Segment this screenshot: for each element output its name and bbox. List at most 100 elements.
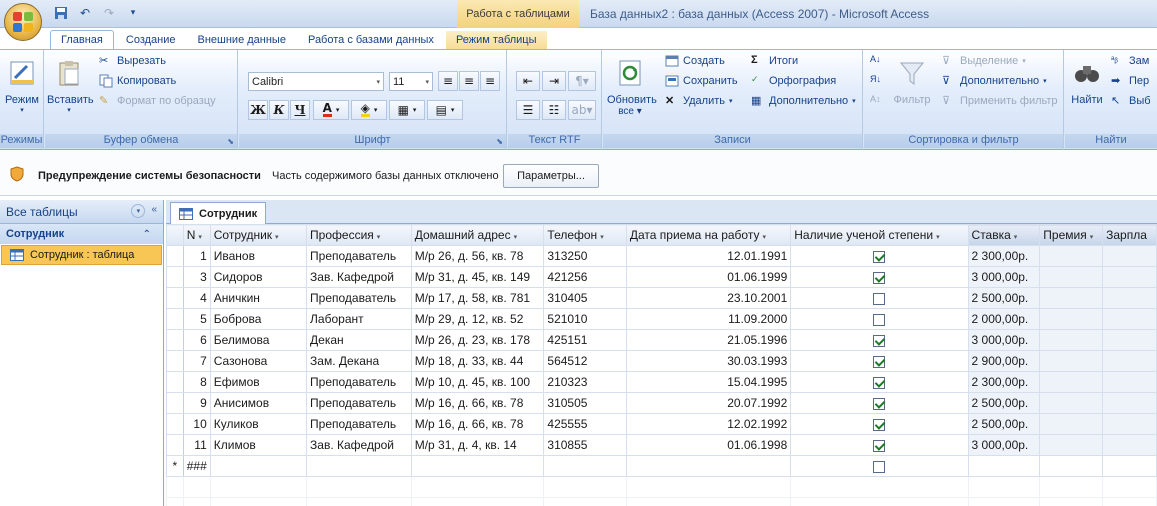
refresh-all-button[interactable]: Обновить все ▾ (607, 56, 657, 117)
cell-hire-date[interactable]: 01.06.1998 (625, 434, 792, 456)
column-filter-dropdown-icon[interactable]: ▾ (198, 234, 202, 241)
cell-phone[interactable]: 425151 (543, 329, 627, 351)
cell-hire-date[interactable]: 15.04.1995 (625, 371, 792, 393)
fill-color-button[interactable]: ◈ ▾ (351, 100, 387, 120)
cell-phone[interactable]: 210323 (543, 371, 627, 393)
cell-hire-date[interactable]: 21.05.1996 (625, 329, 792, 351)
cell-profession[interactable]: Зав. Кафедрой (306, 434, 412, 456)
degree-checkbox[interactable] (873, 334, 886, 347)
cell-rate[interactable]: 2 500,00р. (967, 392, 1041, 414)
increase-indent-button[interactable]: ⇥ (542, 71, 566, 91)
cell-employee[interactable]: Климов (209, 434, 308, 456)
ribbon-tab[interactable]: Главная (50, 30, 114, 50)
cell-rate[interactable]: 2 500,00р. (967, 287, 1041, 309)
cell-hire-date[interactable]: 01.06.1999 (625, 266, 792, 288)
redo-icon[interactable]: ↷ (100, 4, 118, 22)
cell-salary[interactable] (1102, 287, 1157, 309)
cell-phone[interactable]: 564512 (543, 350, 627, 372)
cell-employee[interactable]: Белимова (209, 329, 308, 351)
cell-rate[interactable] (967, 455, 1041, 477)
cell-hire-date[interactable]: 23.10.2001 (625, 287, 792, 309)
office-button[interactable] (4, 3, 42, 41)
column-header[interactable]: Зарпла (1102, 224, 1157, 246)
cell-n[interactable]: 9 (182, 392, 211, 414)
column-filter-dropdown-icon[interactable]: ▾ (936, 234, 940, 241)
degree-checkbox[interactable] (873, 292, 886, 305)
degree-checkbox[interactable] (873, 439, 886, 452)
row-selector[interactable] (166, 434, 184, 456)
cell-employee[interactable]: Иванов (209, 245, 308, 267)
column-header[interactable]: Ставка ▾ (967, 224, 1041, 246)
cell-profession[interactable]: Зам. Декана (306, 350, 412, 372)
column-filter-dropdown-icon[interactable]: ▾ (377, 234, 381, 241)
column-header[interactable]: Премия ▾ (1039, 224, 1104, 246)
view-button[interactable]: Режим ▾ (0, 56, 44, 114)
degree-checkbox[interactable] (873, 271, 886, 284)
degree-checkbox[interactable] (873, 418, 886, 431)
nav-item-table[interactable]: Сотрудник : таблица (1, 245, 162, 265)
cell-address[interactable]: М/р 31, д. 45, кв. 149 (410, 266, 545, 288)
cell-profession[interactable]: Лаборант (306, 308, 412, 330)
column-filter-dropdown-icon[interactable]: ▾ (514, 234, 518, 241)
cell-address[interactable] (410, 455, 545, 477)
cell-n[interactable]: 1 (182, 245, 211, 267)
column-filter-dropdown-icon[interactable]: ▾ (1090, 234, 1094, 241)
column-filter-dropdown-icon[interactable]: ▾ (1014, 234, 1018, 241)
cell-salary[interactable] (1102, 329, 1157, 351)
row-selector[interactable] (166, 371, 184, 393)
degree-checkbox[interactable] (873, 250, 886, 263)
sort-ascending-button[interactable]: A↓ (870, 54, 881, 64)
find-button[interactable]: Найти (1067, 56, 1107, 106)
cell-employee[interactable]: Куликов (209, 413, 308, 435)
select-button[interactable]: ↖ Выб (1111, 94, 1151, 108)
more-records-button[interactable]: ▦ Дополнительно ▾ (751, 94, 856, 108)
paste-button[interactable]: Вставить ▾ (47, 56, 94, 114)
cell-address[interactable]: М/р 16, д. 66, кв. 78 (410, 413, 545, 435)
cell-employee[interactable]: Сидоров (209, 266, 308, 288)
font-color-button[interactable]: A ▾ (313, 100, 349, 120)
cell-salary[interactable] (1102, 245, 1157, 267)
cell-profession[interactable]: Декан (306, 329, 412, 351)
undo-icon[interactable]: ↶ (76, 4, 94, 22)
cell-bonus[interactable] (1039, 413, 1104, 435)
nav-dropdown-icon[interactable]: ▾ (131, 204, 146, 218)
save-icon[interactable] (52, 4, 70, 22)
cell-hire-date[interactable]: 12.02.1992 (625, 413, 792, 435)
cell-address[interactable]: М/р 29, д. 12, кв. 52 (410, 308, 545, 330)
cell-salary[interactable] (1102, 266, 1157, 288)
cell-n[interactable]: 10 (182, 413, 211, 435)
cell-profession[interactable]: Преподаватель (306, 287, 412, 309)
column-filter-dropdown-icon[interactable]: ▾ (600, 234, 604, 241)
sort-descending-button[interactable]: Я↓ (870, 74, 881, 84)
new-row-marker[interactable]: * (166, 455, 184, 477)
font-size-combo[interactable]: 11 ▾ (389, 72, 433, 91)
cell-bonus[interactable] (1039, 308, 1104, 330)
group-collapse-icon[interactable]: ⌃ (143, 229, 151, 240)
cell-bonus[interactable] (1039, 245, 1104, 267)
cell-rate[interactable]: 2 300,00р. (967, 245, 1041, 267)
column-header[interactable]: Домашний адрес ▾ (410, 224, 545, 246)
cell-profession[interactable]: Преподаватель (306, 413, 412, 435)
clipboard-dialog-launcher-icon[interactable]: ⬊ (227, 137, 234, 146)
clear-sort-button[interactable]: A↕ (870, 94, 881, 104)
cell-bonus[interactable] (1039, 392, 1104, 414)
cell-salary[interactable] (1102, 371, 1157, 393)
totals-button[interactable]: Σ Итоги (751, 54, 798, 68)
column-header[interactable]: Наличие ученой степени ▾ (790, 224, 969, 246)
font-dialog-launcher-icon[interactable]: ⬊ (496, 137, 503, 146)
format-painter-button[interactable]: ✎ Формат по образцу (99, 94, 216, 108)
cell-n[interactable]: 3 (182, 266, 211, 288)
document-tab[interactable]: Сотрудник (170, 202, 267, 224)
cell-profession[interactable]: Зав. Кафедрой (306, 266, 412, 288)
nav-pane-header[interactable]: Все таблицы ▾ « (0, 200, 163, 224)
cell-profession[interactable]: Преподаватель (306, 245, 412, 267)
customize-qat-icon[interactable]: ▾ (124, 4, 142, 22)
column-header[interactable]: Дата приема на работу ▾ (625, 224, 792, 246)
italic-button[interactable]: К (269, 100, 289, 120)
font-name-combo[interactable]: Calibri ▾ (248, 72, 384, 91)
cell-bonus[interactable] (1039, 350, 1104, 372)
cell-hire-date[interactable]: 20.07.1992 (625, 392, 792, 414)
column-header[interactable]: Телефон ▾ (543, 224, 627, 246)
new-record-button[interactable]: Создать (665, 54, 725, 68)
cell-address[interactable]: М/р 31, д. 4, кв. 14 (410, 434, 545, 456)
